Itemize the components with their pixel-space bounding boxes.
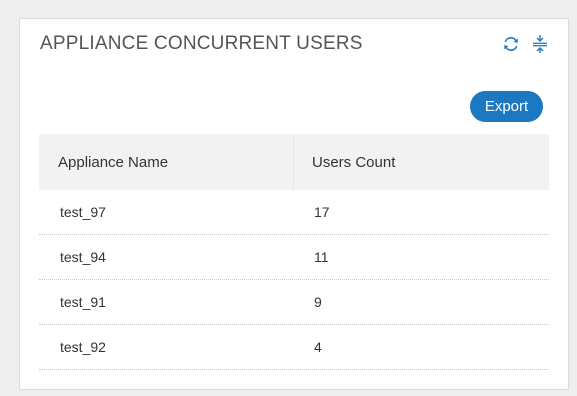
column-header-appliance-name[interactable]: Appliance Name	[39, 134, 294, 190]
widget-title: APPLIANCE CONCURRENT USERS	[40, 33, 363, 54]
users-count-cell: 9	[314, 294, 322, 310]
table-row: test_91 9	[39, 280, 549, 325]
refresh-icon[interactable]	[501, 34, 521, 54]
users-table: Appliance Name Users Count test_97 17 te…	[39, 134, 549, 370]
users-count-cell: 4	[314, 339, 322, 355]
appliance-name-cell: test_97	[60, 204, 106, 220]
users-count-cell: 11	[314, 249, 329, 265]
column-header-users-count[interactable]: Users Count	[294, 134, 549, 190]
table-row: test_92 4	[39, 325, 549, 370]
appliance-name-cell: test_92	[60, 339, 106, 355]
collapse-icon[interactable]	[530, 34, 550, 54]
appliance-name-cell: test_91	[60, 294, 106, 310]
appliance-concurrent-users-widget: APPLIANCE CONCURRENT USERS Export Applia…	[19, 18, 569, 390]
table-row: test_94 11	[39, 235, 549, 280]
table-row: test_97 17	[39, 190, 549, 235]
users-count-cell: 17	[314, 204, 330, 220]
appliance-name-cell: test_94	[60, 249, 106, 265]
export-button[interactable]: Export	[470, 91, 543, 122]
table-header: Appliance Name Users Count	[39, 134, 549, 190]
